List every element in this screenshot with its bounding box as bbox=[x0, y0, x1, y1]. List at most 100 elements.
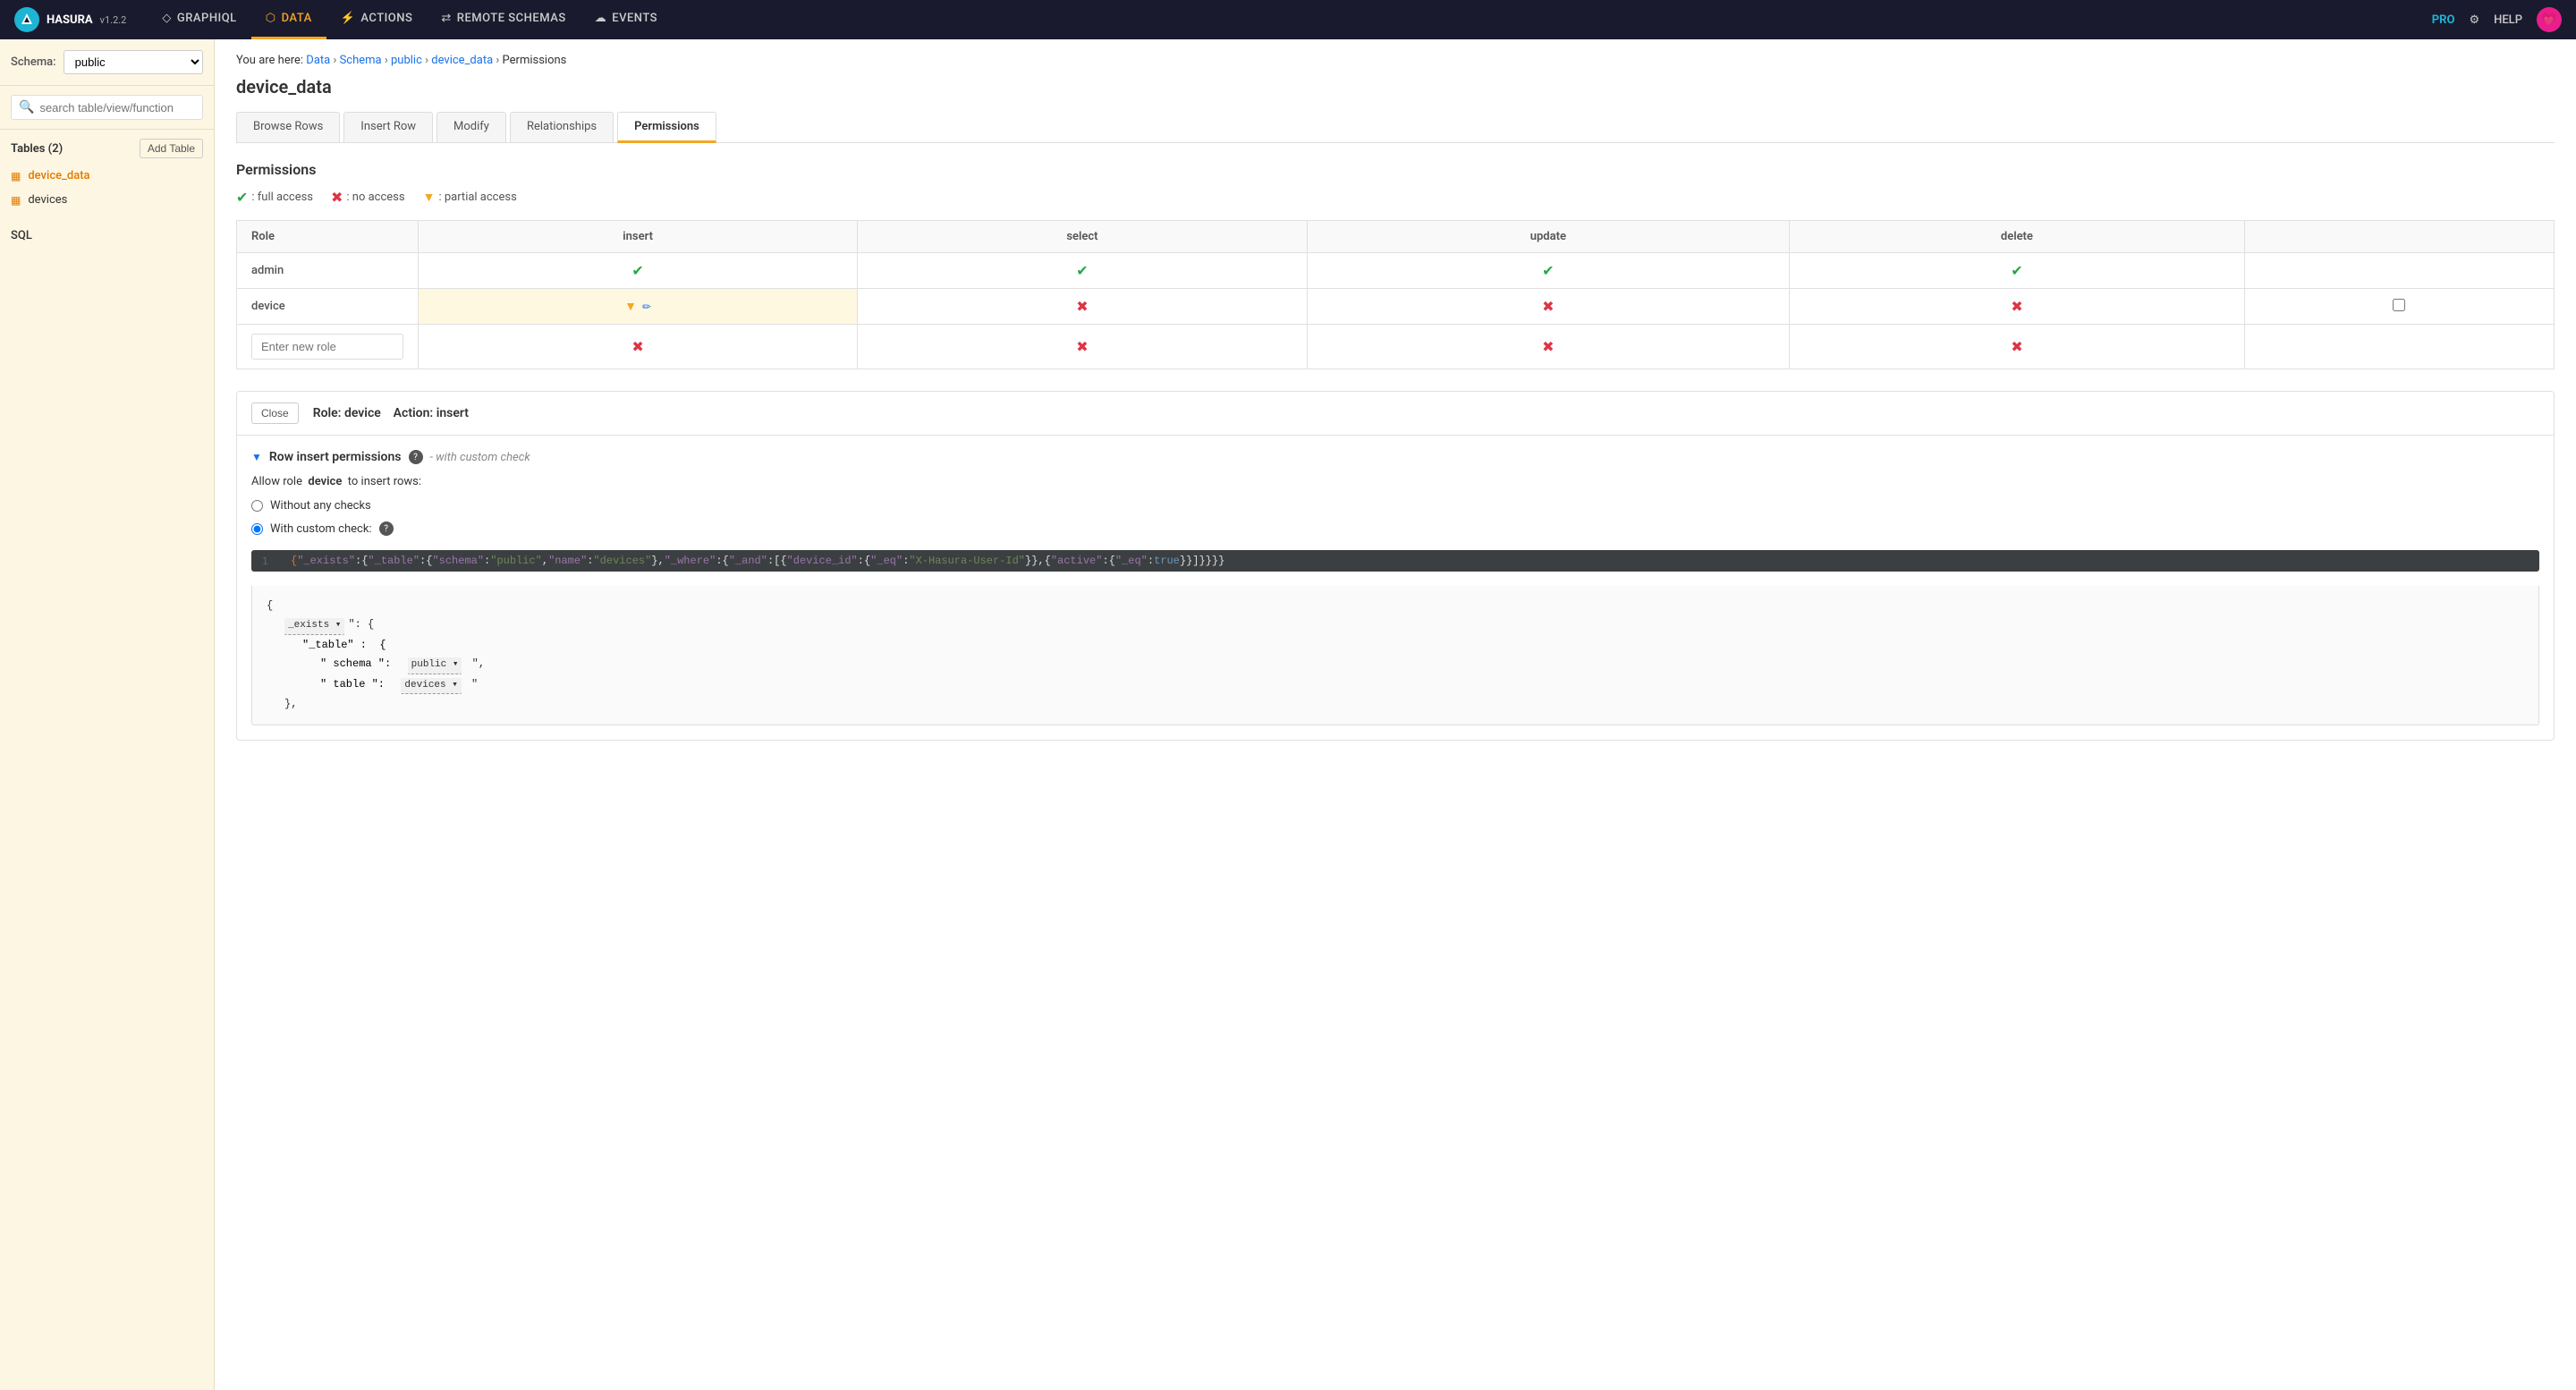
allow-suffix: to insert rows: bbox=[348, 475, 421, 488]
breadcrumb-public[interactable]: public bbox=[391, 54, 422, 67]
table-dropdown[interactable]: devices ▾ bbox=[401, 678, 461, 695]
nav-right: PRO ⚙ HELP 💗 bbox=[2432, 7, 2562, 32]
admin-extra bbox=[2244, 253, 2554, 289]
json-table-line: "_table" : { bbox=[267, 636, 2524, 655]
table-name-key: " table ": bbox=[320, 676, 397, 693]
check-icon: ✔ bbox=[1542, 262, 1554, 279]
add-table-button[interactable]: Add Table bbox=[140, 139, 203, 158]
allow-role: device bbox=[308, 475, 342, 488]
graphiql-icon: ◇ bbox=[162, 12, 172, 25]
legend-full: ✔ : full access bbox=[236, 189, 313, 206]
breadcrumb: You are here: Data › Schema › public › d… bbox=[236, 54, 2555, 67]
schema-select[interactable]: public bbox=[64, 50, 203, 74]
help-icon[interactable]: ? bbox=[409, 450, 423, 464]
json-editor: { _exists ▾ ": { "_table" : { " schema "… bbox=[251, 586, 2539, 725]
sidebar-item-device-data[interactable]: ▦ device_data bbox=[0, 164, 214, 188]
nav-graphiql[interactable]: ◇ GRAPHIQL bbox=[148, 0, 250, 39]
table-row: ✖ ✖ ✖ ✖ bbox=[237, 325, 2555, 369]
line-number: 1 bbox=[262, 555, 280, 567]
json-exists-line: _exists ▾ ": { bbox=[267, 615, 2524, 636]
no-access-label: : no access bbox=[346, 191, 404, 204]
tabs: Browse Rows Insert Row Modify Relationsh… bbox=[236, 112, 2555, 143]
new-update: ✖ bbox=[1307, 325, 1789, 369]
device-update[interactable]: ✖ bbox=[1307, 289, 1789, 325]
search-input[interactable] bbox=[39, 101, 195, 114]
tab-modify[interactable]: Modify bbox=[436, 112, 506, 142]
col-actions bbox=[2244, 221, 2554, 253]
device-insert[interactable]: ▼ ✏ bbox=[419, 289, 858, 325]
device-row-checkbox[interactable] bbox=[2393, 299, 2405, 311]
device-checkbox[interactable] bbox=[2244, 289, 2554, 325]
tables-title: Tables (2) bbox=[11, 142, 63, 156]
filter-icon: ▼ bbox=[624, 299, 637, 314]
edit-icon[interactable]: ✏ bbox=[642, 301, 651, 313]
json-close-line: }, bbox=[267, 695, 2524, 714]
pro-badge[interactable]: PRO bbox=[2432, 13, 2455, 27]
close-button[interactable]: Close bbox=[251, 403, 299, 424]
chevron-down-icon[interactable]: ▼ bbox=[251, 451, 262, 463]
check-icon: ✔ bbox=[631, 262, 643, 279]
nav-actions[interactable]: ⚡ ACTIONS bbox=[326, 0, 428, 39]
tab-browse-rows[interactable]: Browse Rows bbox=[236, 112, 340, 142]
logo-icon bbox=[14, 7, 39, 32]
admin-delete: ✔ bbox=[1790, 253, 2245, 289]
gear-icon[interactable]: ⚙ bbox=[2469, 13, 2479, 27]
exists-dropdown[interactable]: _exists ▾ bbox=[284, 618, 344, 635]
x-icon: ✖ bbox=[1542, 298, 1554, 315]
nav-events[interactable]: ☁ EVENTS bbox=[580, 0, 672, 39]
data-icon: ⬡ bbox=[266, 12, 276, 25]
actions-icon: ⚡ bbox=[341, 12, 356, 25]
schema-key: " schema ": bbox=[320, 656, 404, 673]
permissions-legend: ✔ : full access ✖ : no access ▼ : partia… bbox=[236, 189, 2555, 206]
sql-link[interactable]: SQL bbox=[11, 229, 32, 242]
code-line-1: 1 {"_exists":{"_table":{"schema":"public… bbox=[251, 550, 2539, 572]
device-select[interactable]: ✖ bbox=[858, 289, 1307, 325]
json-close: }, bbox=[284, 696, 297, 713]
nav-remote-schemas[interactable]: ⇄ REMOTE SCHEMAS bbox=[427, 0, 580, 39]
heart-icon[interactable]: 💗 bbox=[2537, 7, 2562, 32]
tab-relationships[interactable]: Relationships bbox=[510, 112, 614, 142]
device-delete[interactable]: ✖ bbox=[1790, 289, 2245, 325]
tab-insert-row[interactable]: Insert Row bbox=[343, 112, 433, 142]
partial-access-icon: ▼ bbox=[423, 190, 436, 205]
sidebar-item-devices[interactable]: ▦ devices bbox=[0, 188, 214, 212]
allow-prefix: Allow role bbox=[251, 475, 302, 488]
app-version: v1.2.2 bbox=[100, 14, 127, 26]
radio-custom-check-input[interactable] bbox=[251, 523, 263, 535]
allow-text: Allow role device to insert rows: bbox=[251, 475, 2539, 488]
role-panel-header: Close Role: device Action: insert bbox=[237, 392, 2554, 436]
role-panel-body: ▼ Row insert permissions ? - with custom… bbox=[237, 436, 2554, 740]
new-role-input[interactable] bbox=[251, 334, 403, 360]
main-layout: Schema: public 🔍 Tables (2) Add Table ▦ … bbox=[0, 39, 2576, 1390]
x-icon: ✖ bbox=[2011, 298, 2022, 315]
col-insert: insert bbox=[419, 221, 858, 253]
radio-no-checks-input[interactable] bbox=[251, 500, 263, 512]
new-extra bbox=[2244, 325, 2554, 369]
breadcrumb-data[interactable]: Data bbox=[306, 54, 330, 67]
col-role: Role bbox=[237, 221, 419, 253]
app-logo[interactable]: HASURA v1.2.2 bbox=[14, 7, 126, 32]
action-label: Action: insert bbox=[394, 406, 469, 420]
tab-permissions[interactable]: Permissions bbox=[617, 112, 716, 143]
x-icon: ✖ bbox=[1076, 338, 1088, 355]
help-icon-2[interactable]: ? bbox=[379, 521, 394, 536]
breadcrumb-current: Permissions bbox=[503, 54, 567, 67]
schema-dropdown[interactable]: public ▾ bbox=[408, 657, 462, 674]
permissions-title: Permissions bbox=[236, 161, 2555, 178]
nav-data[interactable]: ⬡ DATA bbox=[251, 0, 326, 39]
table-quote: " bbox=[465, 676, 478, 693]
legend-none: ✖ : no access bbox=[331, 189, 405, 206]
radio-custom-check[interactable]: With custom check: ? bbox=[251, 521, 2539, 536]
sidebar-sql: SQL bbox=[0, 219, 214, 251]
role-action-info: Role: device Action: insert bbox=[313, 406, 469, 420]
breadcrumb-device-data[interactable]: device_data bbox=[431, 54, 493, 67]
radio-no-checks-label: Without any checks bbox=[270, 499, 371, 513]
radio-no-checks[interactable]: Without any checks bbox=[251, 499, 2539, 513]
check-icon: ✔ bbox=[2011, 262, 2022, 279]
content: You are here: Data › Schema › public › d… bbox=[215, 39, 2576, 1390]
permissions-section: Permissions ✔ : full access ✖ : no acces… bbox=[236, 161, 2555, 741]
table-icon-2: ▦ bbox=[11, 194, 21, 207]
table-label-2: devices bbox=[28, 193, 67, 207]
help-label[interactable]: HELP bbox=[2494, 13, 2522, 27]
breadcrumb-schema[interactable]: Schema bbox=[340, 54, 382, 67]
